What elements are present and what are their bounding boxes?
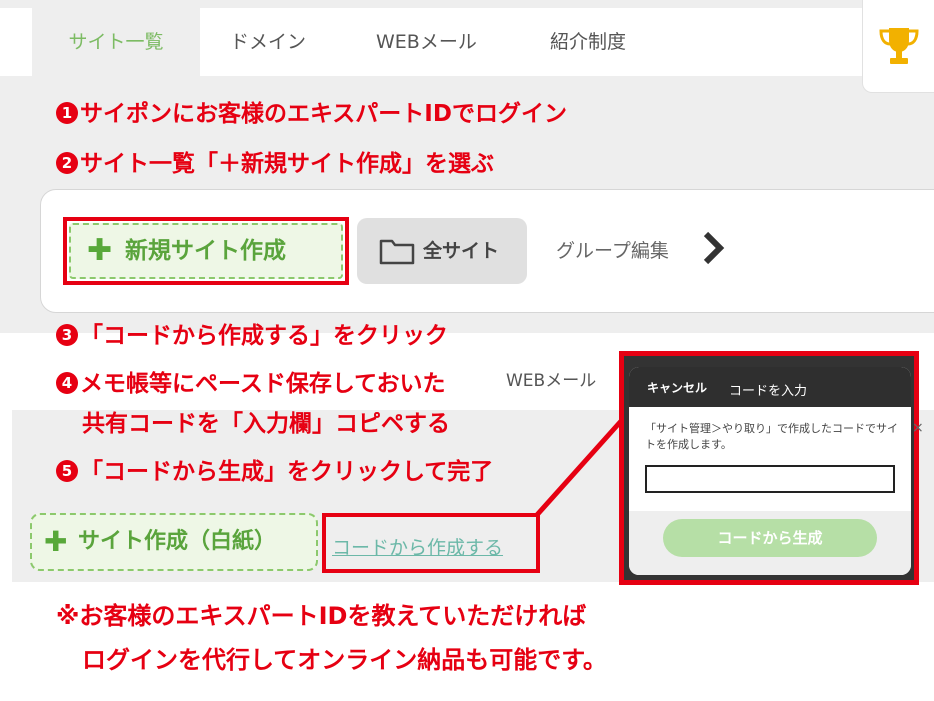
code-input-field[interactable] xyxy=(645,465,895,493)
note-line-1: ※お客様のエキスパートIDを教えていただければ xyxy=(56,602,587,630)
dialog-header: キャンセル コードを入力 xyxy=(629,367,911,407)
dialog-title: コードを入力 xyxy=(729,384,808,399)
close-icon[interactable]: × xyxy=(912,420,924,436)
code-input-dialog: キャンセル コードを入力 「サイト管理＞やり取り」で作成したコードでサイトを作成… xyxy=(629,367,911,575)
dialog-cancel-button[interactable]: キャンセル xyxy=(647,379,707,396)
dialog-description: 「サイト管理＞やり取り」で作成したコードでサイトを作成します。 xyxy=(645,422,898,451)
generate-from-code-button[interactable]: コードから生成 xyxy=(663,519,877,557)
note-line-2: ログインを代行してオンライン納品も可能です。 xyxy=(82,646,607,674)
